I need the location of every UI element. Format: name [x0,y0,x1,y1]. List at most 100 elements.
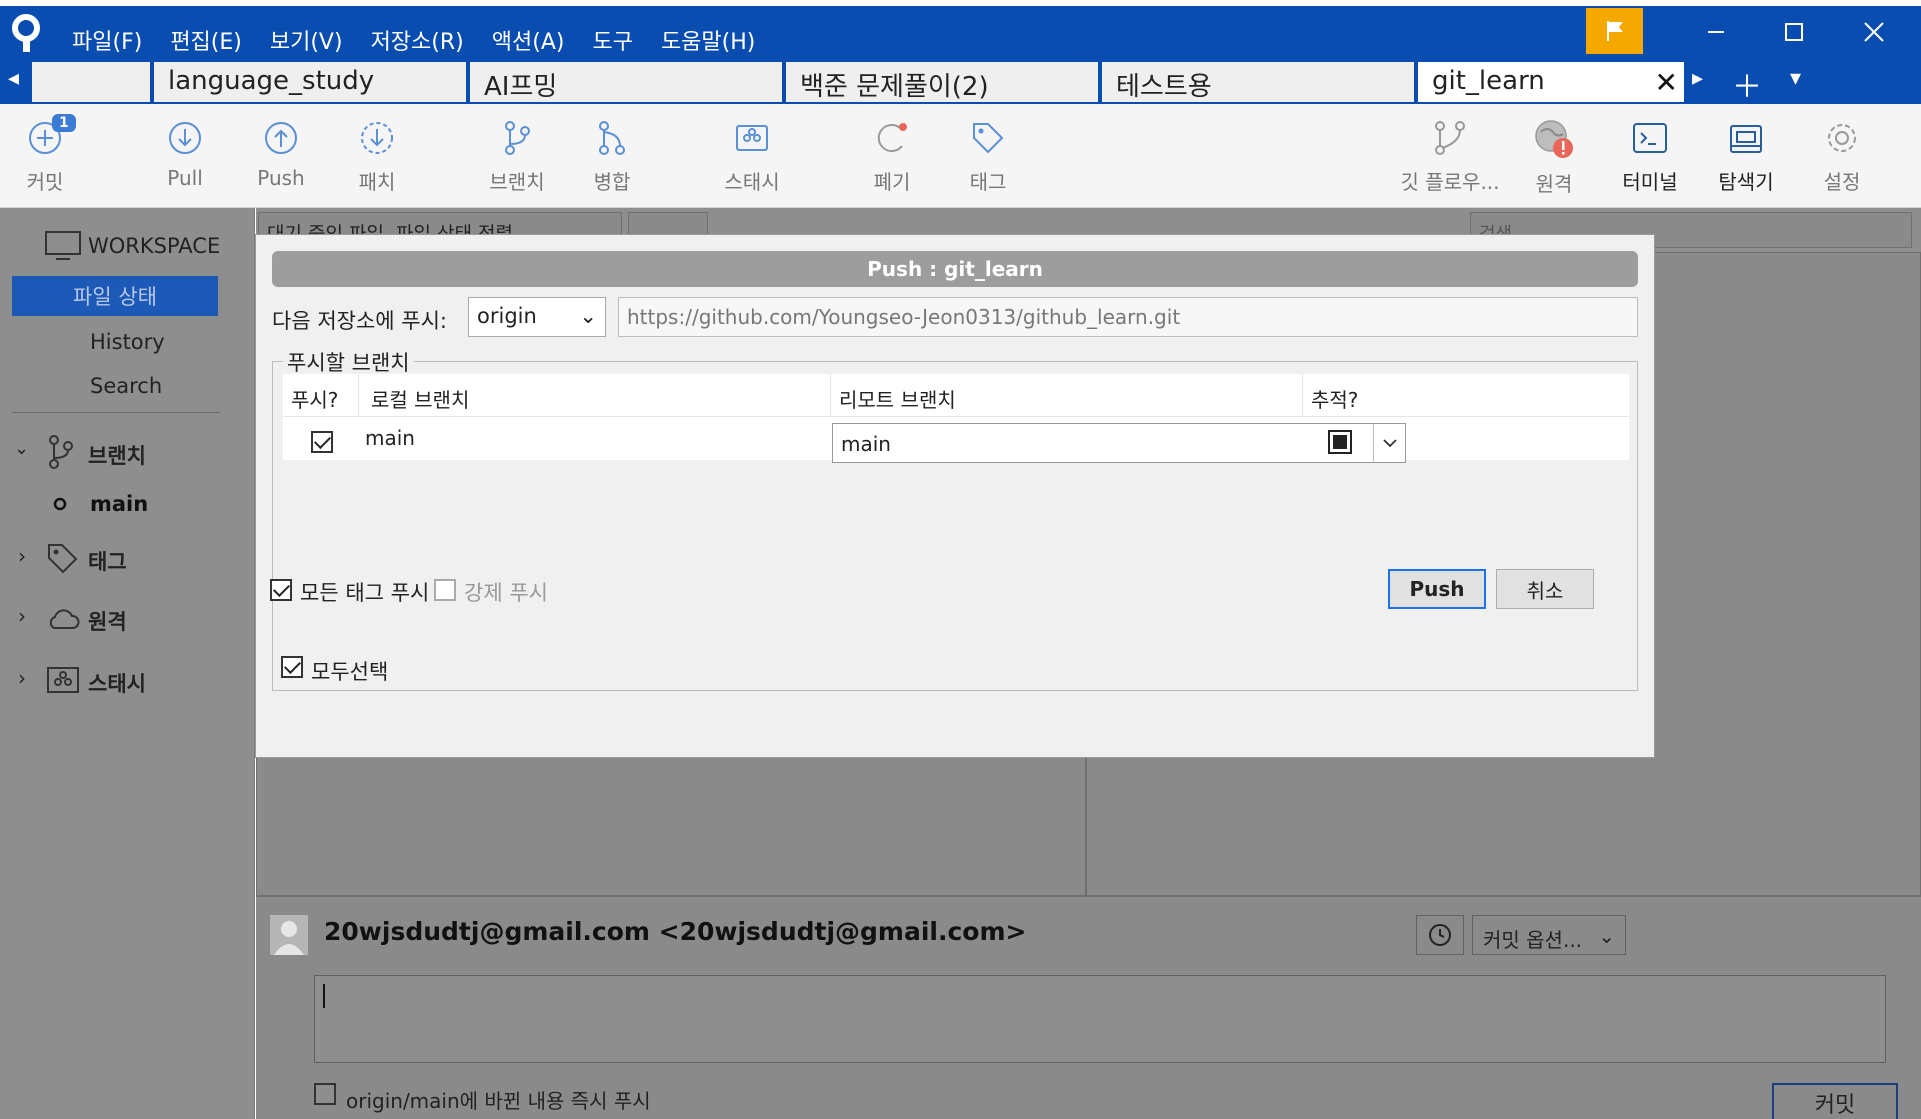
remote-select[interactable]: origin ⌄ [468,297,606,337]
sidebar-item-stashes[interactable]: 스태시 [88,668,146,698]
commit-history-button[interactable] [1416,915,1464,955]
push-dialog: Push : git_learn 다음 저장소에 푸시: origin ⌄ ht… [255,234,1655,758]
chevron-down-icon [1373,424,1405,462]
cancel-button[interactable]: 취소 [1496,569,1594,609]
gitflow-button[interactable]: 깃 플로우... [1400,104,1500,208]
sidebar-item-history[interactable]: History [90,330,165,354]
push-all-tags-checkbox[interactable] [270,579,292,601]
branches-chevron-down-icon[interactable]: ⌄ [14,438,29,459]
sidebar-item-file-status[interactable]: 파일 상태 [12,276,218,316]
tag-label: 태그 [969,170,1007,194]
tab-scroll-right-icon[interactable]: ▸ [1692,66,1703,91]
commit-options-dropdown[interactable]: 커밋 옵션... ⌄ [1472,915,1626,955]
patch-icon [361,122,393,154]
tab-list-chevron-icon[interactable]: ▾ [1790,66,1801,91]
close-icon [1864,22,1884,42]
merge-button[interactable]: 병합 [567,104,657,208]
maximize-button[interactable] [1764,12,1824,52]
menu-tools[interactable]: 도구 [578,20,646,60]
menu-file[interactable]: 파일(F) [58,20,156,60]
maximize-icon [1785,23,1803,41]
tab-git-learn[interactable]: git_learn ✕ [1418,62,1688,102]
patch-label: 패치 [358,170,396,194]
sidebar-item-tags[interactable]: 태그 [88,546,127,576]
menu-edit[interactable]: 편집(E) [156,20,256,60]
stash-button[interactable]: 스태시 [707,104,797,208]
sidebar-item-branch-main[interactable]: main [90,492,148,516]
sidebar-item-remotes[interactable]: 원격 [88,606,127,636]
local-branch-cell: main [365,426,415,450]
menu-actions[interactable]: 액션(A) [478,20,579,60]
chevron-down-icon: ⌄ [1598,924,1615,948]
flag-button[interactable] [1586,8,1643,54]
push-confirm-button[interactable]: Push [1388,569,1486,609]
tag-icon [48,544,78,574]
settings-button[interactable]: 설정 [1797,104,1887,208]
pull-button[interactable]: Pull [140,104,230,208]
dialog-title: Push : git_learn [272,251,1638,287]
gear-icon [1828,124,1856,152]
tab-close-icon[interactable]: ✕ [1655,66,1678,99]
remote-button[interactable]: 원격 [1509,104,1599,208]
force-push-checkbox[interactable] [434,579,456,601]
branches-to-push-group: 푸시할 브랜치 푸시? 로컬 브랜치 리모트 브랜치 추적? main main… [272,347,1638,691]
commit-author: 20wjsdudtj@gmail.com <20wjsdudtj@gmail.c… [324,917,1027,946]
select-all-checkbox[interactable] [281,656,303,678]
pull-label: Pull [167,166,203,190]
track-checkbox[interactable] [1328,430,1352,454]
push-to-label: 다음 저장소에 푸시: [272,309,447,333]
menu-help[interactable]: 도움말(H) [647,20,769,60]
discard-button[interactable]: 폐기 [847,104,937,208]
gitflow-label: 깃 플로우... [1400,170,1500,194]
repository-tab-bar: ◂ language_study AI프밍 백준 문제풀이(2) 테스트용 gi… [0,62,1921,106]
remote-branch-select[interactable]: main [832,423,1406,463]
minimize-button[interactable] [1686,12,1746,52]
workspace-monitor-icon [45,231,81,260]
sidebar-item-search[interactable]: Search [90,374,162,398]
new-tab-icon[interactable]: ＋ [1732,62,1762,106]
stash-icon [47,667,79,693]
explorer-button[interactable]: 탐색기 [1701,104,1791,208]
sidebar-item-branches[interactable]: 브랜치 [88,440,146,470]
commit-options-label: 커밋 옵션... [1483,928,1583,952]
menu-bar: 파일(F) 편집(E) 보기(V) 저장소(R) 액션(A) 도구 도움말(H) [58,20,769,60]
remotes-chevron-right-icon[interactable]: › [18,604,26,628]
tags-chevron-right-icon[interactable]: › [18,544,26,568]
push-button[interactable]: Push [236,104,326,208]
clock-icon [1429,924,1451,946]
explorer-icon [1730,125,1762,153]
tab-language-study[interactable]: language_study [154,62,470,102]
avatar [270,915,308,955]
push-branch-checkbox[interactable] [311,431,333,453]
branch-button[interactable]: 브랜치 [472,104,562,208]
tag-button[interactable]: 태그 [943,104,1033,208]
column-push: 푸시? [283,374,359,416]
patch-button[interactable]: 패치 [332,104,422,208]
tab-ai-programming[interactable]: AI프밍 [470,62,786,102]
tab-1[interactable] [32,62,154,102]
title-bar: 파일(F) 편집(E) 보기(V) 저장소(R) 액션(A) 도구 도움말(H) [0,0,1921,62]
stash-icon [736,125,768,151]
stashes-chevron-right-icon[interactable]: › [18,666,26,690]
tab-scroll-left-icon[interactable]: ◂ [8,66,19,91]
cloud-icon [49,609,80,629]
select-all-label: 모두선택 [311,660,389,684]
tab-test[interactable]: 테스트용 [1102,62,1418,102]
commit-tool-button[interactable]: 1 커밋 [0,104,90,208]
merge-label: 병합 [593,170,631,194]
tab-baekjoon[interactable]: 백준 문제풀이(2) [786,62,1102,102]
stash-label: 스태시 [724,170,780,194]
commit-button[interactable]: 커밋 [1772,1083,1898,1119]
commit-count-badge: 1 [52,114,76,132]
terminal-icon [1633,123,1667,153]
menu-repository[interactable]: 저장소(R) [357,20,478,60]
push-now-label: origin/main에 바뀐 내용 즉시 푸시 [346,1089,651,1113]
remote-label: 원격 [1535,172,1573,196]
gitflow-icon [1435,121,1465,155]
tab-git-learn-label: git_learn [1432,66,1545,96]
close-window-button[interactable] [1844,12,1904,52]
menu-view[interactable]: 보기(V) [256,20,357,60]
push-now-checkbox[interactable] [314,1083,336,1105]
terminal-button[interactable]: 터미널 [1605,104,1695,208]
commit-message-input[interactable] [314,975,1886,1063]
